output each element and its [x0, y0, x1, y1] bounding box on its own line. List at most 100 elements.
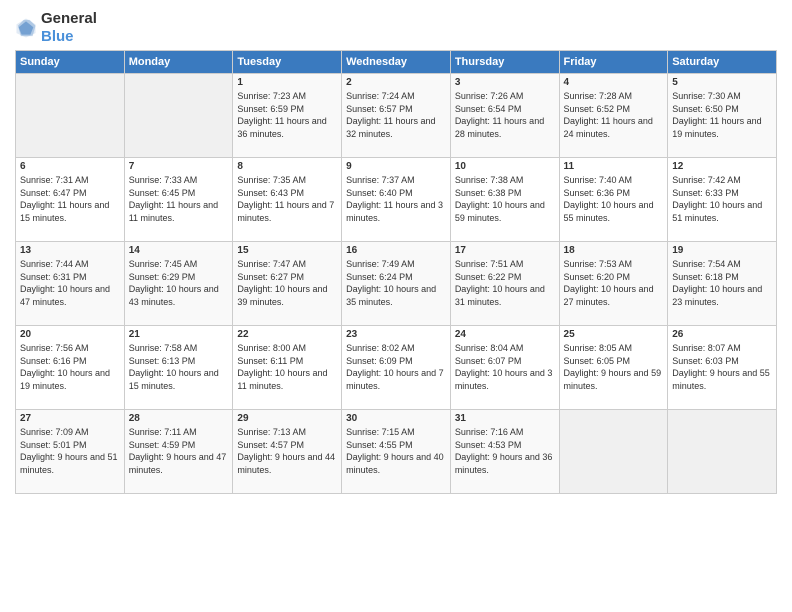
day-info: Sunrise: 7:16 AMSunset: 4:53 PMDaylight:… — [455, 427, 553, 475]
calendar-cell-w5-d0: 27 Sunrise: 7:09 AMSunset: 5:01 PMDayligh… — [16, 410, 125, 494]
calendar-cell-w3-d4: 17Sunrise: 7:51 AMSunset: 6:22 PMDayligh… — [450, 242, 559, 326]
page-container: General Blue SundayMondayTuesdayWednesda… — [0, 0, 792, 504]
day-info: Sunrise: 8:02 AMSunset: 6:09 PMDaylight:… — [346, 343, 444, 391]
calendar-cell-w5-d6 — [668, 410, 777, 494]
day-number: 27 — [20, 413, 120, 424]
day-info: Sunrise: 7:35 AMSunset: 6:43 PMDaylight:… — [237, 175, 334, 223]
day-info: Sunrise: 7:37 AMSunset: 6:40 PMDaylight:… — [346, 175, 443, 223]
day-info: Sunrise: 7:15 AMSunset: 4:55 PMDaylight:… — [346, 427, 444, 475]
day-number: 1 — [237, 77, 337, 88]
day-number: 9 — [346, 161, 446, 172]
day-number: 15 — [237, 245, 337, 256]
day-number: 3 — [455, 77, 555, 88]
calendar-cell-w4-d6: 26 Sunrise: 8:07 AMSunset: 6:03 PMDayligh… — [668, 326, 777, 410]
day-info: Sunrise: 8:00 AMSunset: 6:11 PMDaylight:… — [237, 343, 327, 391]
calendar-cell-w3-d0: 13 Sunrise: 7:44 AMSunset: 6:31 PMDayligh… — [16, 242, 125, 326]
calendar-cell-w4-d1: 21 Sunrise: 7:58 AMSunset: 6:13 PMDayligh… — [124, 326, 233, 410]
day-info: Sunrise: 7:45 AMSunset: 6:29 PMDaylight:… — [129, 259, 219, 307]
calendar-cell-w3-d2: 15 Sunrise: 7:47 AMSunset: 6:27 PMDayligh… — [233, 242, 342, 326]
day-info: Sunrise: 7:51 AMSunset: 6:22 PMDaylight:… — [455, 259, 545, 307]
weekday-header-saturday: Saturday — [668, 51, 777, 74]
calendar-cell-w4-d5: 25 Sunrise: 8:05 AMSunset: 6:05 PMDayligh… — [559, 326, 668, 410]
calendar-week-3: 13 Sunrise: 7:44 AMSunset: 6:31 PMDayligh… — [16, 242, 777, 326]
calendar-cell-w4-d2: 22 Sunrise: 8:00 AMSunset: 6:11 PMDayligh… — [233, 326, 342, 410]
day-number: 28 — [129, 413, 229, 424]
calendar-cell-w2-d5: 11 Sunrise: 7:40 AMSunset: 6:36 PMDayligh… — [559, 158, 668, 242]
calendar-cell-w1-d4: 3 Sunrise: 7:26 AMSunset: 6:54 PMDaylight… — [450, 74, 559, 158]
day-number: 23 — [346, 329, 446, 340]
day-number: 18 — [564, 245, 664, 256]
day-number: 19 — [672, 245, 772, 256]
logo-blue: Blue — [41, 28, 74, 45]
day-info: Sunrise: 7:26 AMSunset: 6:54 PMDaylight:… — [455, 91, 544, 139]
day-info: Sunrise: 8:07 AMSunset: 6:03 PMDaylight:… — [672, 343, 770, 391]
day-info: Sunrise: 7:49 AMSunset: 6:24 PMDaylight:… — [346, 259, 436, 307]
day-number: 11 — [564, 161, 664, 172]
calendar-cell-w2-d1: 7Sunrise: 7:33 AMSunset: 6:45 PMDaylight… — [124, 158, 233, 242]
day-number: 13 — [20, 245, 120, 256]
calendar-cell-w2-d2: 8Sunrise: 7:35 AMSunset: 6:43 PMDaylight… — [233, 158, 342, 242]
day-number: 30 — [346, 413, 446, 424]
calendar-cell-w5-d2: 29 Sunrise: 7:13 AMSunset: 4:57 PMDayligh… — [233, 410, 342, 494]
day-info: Sunrise: 7:09 AMSunset: 5:01 PMDaylight:… — [20, 427, 118, 475]
day-info: Sunrise: 7:33 AMSunset: 6:45 PMDaylight:… — [129, 175, 218, 223]
logo: General Blue — [15, 10, 97, 46]
day-info: Sunrise: 7:24 AMSunset: 6:57 PMDaylight:… — [346, 91, 435, 139]
calendar-cell-w2-d0: 6 Sunrise: 7:31 AMSunset: 6:47 PMDaylight… — [16, 158, 125, 242]
calendar-cell-w1-d3: 2Sunrise: 7:24 AMSunset: 6:57 PMDaylight… — [342, 74, 451, 158]
calendar-cell-w2-d3: 9 Sunrise: 7:37 AMSunset: 6:40 PMDaylight… — [342, 158, 451, 242]
calendar-cell-w3-d6: 19Sunrise: 7:54 AMSunset: 6:18 PMDayligh… — [668, 242, 777, 326]
logo-general: General — [41, 10, 97, 27]
logo-text: General Blue — [41, 10, 97, 46]
day-info: Sunrise: 8:04 AMSunset: 6:07 PMDaylight:… — [455, 343, 553, 391]
day-info: Sunrise: 7:56 AMSunset: 6:16 PMDaylight:… — [20, 343, 110, 391]
day-info: Sunrise: 7:11 AMSunset: 4:59 PMDaylight:… — [129, 427, 227, 475]
day-info: Sunrise: 7:13 AMSunset: 4:57 PMDaylight:… — [237, 427, 335, 475]
day-number: 26 — [672, 329, 772, 340]
calendar-cell-w3-d1: 14 Sunrise: 7:45 AMSunset: 6:29 PMDayligh… — [124, 242, 233, 326]
day-info: Sunrise: 7:30 AMSunset: 6:50 PMDaylight:… — [672, 91, 761, 139]
calendar-cell-w5-d3: 30 Sunrise: 7:15 AMSunset: 4:55 PMDayligh… — [342, 410, 451, 494]
logo-icon — [15, 17, 37, 39]
day-info: Sunrise: 7:42 AMSunset: 6:33 PMDaylight:… — [672, 175, 762, 223]
day-info: Sunrise: 7:23 AMSunset: 6:59 PMDaylight:… — [237, 91, 326, 139]
day-number: 5 — [672, 77, 772, 88]
day-info: Sunrise: 7:38 AMSunset: 6:38 PMDaylight:… — [455, 175, 545, 223]
day-number: 6 — [20, 161, 120, 172]
calendar-cell-w1-d6: 5 Sunrise: 7:30 AMSunset: 6:50 PMDaylight… — [668, 74, 777, 158]
calendar-cell-w4-d0: 20 Sunrise: 7:56 AMSunset: 6:16 PMDayligh… — [16, 326, 125, 410]
day-number: 4 — [564, 77, 664, 88]
day-number: 12 — [672, 161, 772, 172]
calendar-cell-w1-d2: 1 Sunrise: 7:23 AMSunset: 6:59 PMDaylight… — [233, 74, 342, 158]
calendar-week-1: 1 Sunrise: 7:23 AMSunset: 6:59 PMDaylight… — [16, 74, 777, 158]
calendar-week-2: 6 Sunrise: 7:31 AMSunset: 6:47 PMDaylight… — [16, 158, 777, 242]
day-info: Sunrise: 7:47 AMSunset: 6:27 PMDaylight:… — [237, 259, 327, 307]
weekday-header-wednesday: Wednesday — [342, 51, 451, 74]
calendar-cell-w1-d0 — [16, 74, 125, 158]
day-number: 20 — [20, 329, 120, 340]
calendar-week-5: 27 Sunrise: 7:09 AMSunset: 5:01 PMDayligh… — [16, 410, 777, 494]
calendar-cell-w5-d4: 31 Sunrise: 7:16 AMSunset: 4:53 PMDayligh… — [450, 410, 559, 494]
day-number: 24 — [455, 329, 555, 340]
day-info: Sunrise: 7:40 AMSunset: 6:36 PMDaylight:… — [564, 175, 654, 223]
day-info: Sunrise: 7:31 AMSunset: 6:47 PMDaylight:… — [20, 175, 109, 223]
day-number: 14 — [129, 245, 229, 256]
calendar-week-4: 20 Sunrise: 7:56 AMSunset: 6:16 PMDayligh… — [16, 326, 777, 410]
day-info: Sunrise: 7:28 AMSunset: 6:52 PMDaylight:… — [564, 91, 653, 139]
day-number: 25 — [564, 329, 664, 340]
day-number: 29 — [237, 413, 337, 424]
calendar-cell-w3-d3: 16Sunrise: 7:49 AMSunset: 6:24 PMDayligh… — [342, 242, 451, 326]
calendar-cell-w4-d3: 23 Sunrise: 8:02 AMSunset: 6:09 PMDayligh… — [342, 326, 451, 410]
day-number: 31 — [455, 413, 555, 424]
calendar-cell-w1-d5: 4 Sunrise: 7:28 AMSunset: 6:52 PMDaylight… — [559, 74, 668, 158]
calendar-cell-w1-d1 — [124, 74, 233, 158]
day-number: 21 — [129, 329, 229, 340]
calendar-cell-w2-d4: 10Sunrise: 7:38 AMSunset: 6:38 PMDayligh… — [450, 158, 559, 242]
weekday-header-friday: Friday — [559, 51, 668, 74]
day-number: 22 — [237, 329, 337, 340]
day-info: Sunrise: 8:05 AMSunset: 6:05 PMDaylight:… — [564, 343, 662, 391]
day-info: Sunrise: 7:44 AMSunset: 6:31 PMDaylight:… — [20, 259, 110, 307]
day-info: Sunrise: 7:58 AMSunset: 6:13 PMDaylight:… — [129, 343, 219, 391]
header-row: General Blue — [15, 10, 777, 46]
calendar-cell-w3-d5: 18Sunrise: 7:53 AMSunset: 6:20 PMDayligh… — [559, 242, 668, 326]
